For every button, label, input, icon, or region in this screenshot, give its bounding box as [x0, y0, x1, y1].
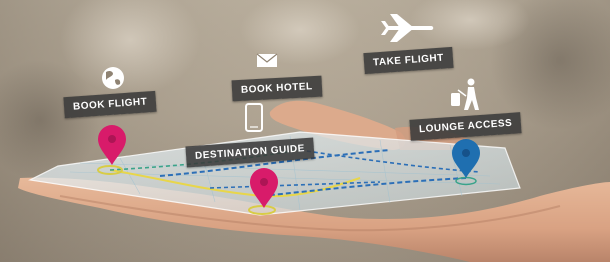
envelope-icon [256, 53, 278, 67]
scene-image: BOOK FLIGHT BOOK HOTEL TAKE FLIGHT DESTI… [0, 0, 610, 262]
globe-icon [102, 67, 124, 89]
